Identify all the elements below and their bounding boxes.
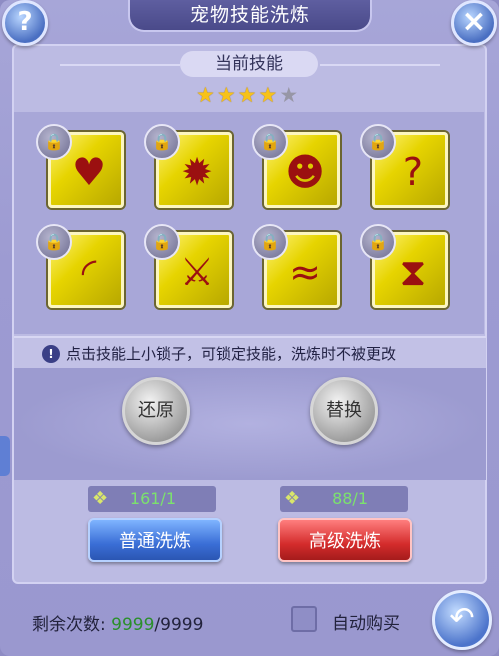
back-button[interactable]: ↶ <box>432 590 492 650</box>
replace-button[interactable]: 替换 <box>310 377 378 445</box>
lock-icon[interactable]: 🔒 <box>144 224 180 260</box>
lock-icon[interactable]: 🔒 <box>252 124 288 160</box>
star-icon-empty: ★ <box>279 83 299 107</box>
flame-burst-icon: ✹ <box>181 150 213 194</box>
back-arrow-icon: ↶ <box>449 601 475 636</box>
current-skills-label: 当前技能 <box>180 51 318 77</box>
gold-stone-icon: ❖ <box>284 488 301 509</box>
advanced-stone-count-text: 88/1 <box>332 489 368 508</box>
mystery-head-icon: ? <box>402 150 424 194</box>
star-rating: ★ ★ ★ ★ ★ <box>196 84 298 106</box>
close-icon: × <box>461 4 487 39</box>
heart-charm-icon: ♥ <box>71 150 107 194</box>
star-icon-filled: ★ <box>196 83 215 107</box>
hourglass-shield-icon: ⧗ <box>399 250 427 294</box>
info-row: ! 点击技能上小锁子，可锁定技能，洗炼时不被更改 <box>14 336 486 368</box>
head-aura-icon: ☻ <box>285 150 325 194</box>
remaining-count-current: 9999 <box>111 615 155 635</box>
green-stone-icon: ❖ <box>92 488 109 509</box>
lock-icon[interactable]: 🔒 <box>360 124 396 160</box>
footer-bar: 剩余次数: 9999/9999 自动购买 ↶ <box>0 590 499 656</box>
remaining-count-total: /9999 <box>154 615 204 635</box>
arc-wave-icon: ◜ <box>81 250 97 294</box>
info-icon: ! <box>42 345 60 363</box>
header-divider-left <box>60 64 180 66</box>
crossed-swords-icon: ⚔ <box>179 250 215 294</box>
header-divider-right <box>320 64 440 66</box>
question-mark-icon: ? <box>17 7 33 37</box>
auto-buy-checkbox[interactable] <box>291 606 317 632</box>
lock-icon[interactable]: 🔒 <box>144 124 180 160</box>
normal-wash-button[interactable]: 普通洗炼 <box>88 518 222 562</box>
action-area <box>14 368 486 480</box>
restore-button[interactable]: 还原 <box>122 377 190 445</box>
advanced-stone-count: ❖ 88/1 <box>280 486 408 512</box>
lock-icon[interactable]: 🔒 <box>360 224 396 260</box>
side-drawer-tab[interactable] <box>0 436 10 476</box>
info-text: 点击技能上小锁子，可锁定技能，洗炼时不被更改 <box>66 345 397 363</box>
lock-icon[interactable]: 🔒 <box>252 224 288 260</box>
close-button[interactable]: × <box>451 0 497 46</box>
window-title: 宠物技能洗炼 <box>128 0 372 32</box>
lock-icon[interactable]: 🔒 <box>36 224 72 260</box>
remaining-count-label: 剩余次数: <box>32 615 106 635</box>
star-icon-filled: ★ <box>216 83 236 107</box>
remaining-count: 剩余次数: 9999/9999 <box>32 610 203 635</box>
help-button[interactable]: ? <box>2 0 48 46</box>
star-icon-filled: ★ <box>258 83 278 107</box>
lizard-icon: ≈ <box>289 250 321 294</box>
auto-buy-label[interactable]: 自动购买 <box>332 609 400 634</box>
normal-stone-count-text: 161/1 <box>129 489 176 508</box>
normal-stone-count: ❖ 161/1 <box>88 486 216 512</box>
star-icon-filled: ★ <box>237 83 257 107</box>
lock-icon[interactable]: 🔒 <box>36 124 72 160</box>
advanced-wash-button[interactable]: 高级洗炼 <box>278 518 412 562</box>
